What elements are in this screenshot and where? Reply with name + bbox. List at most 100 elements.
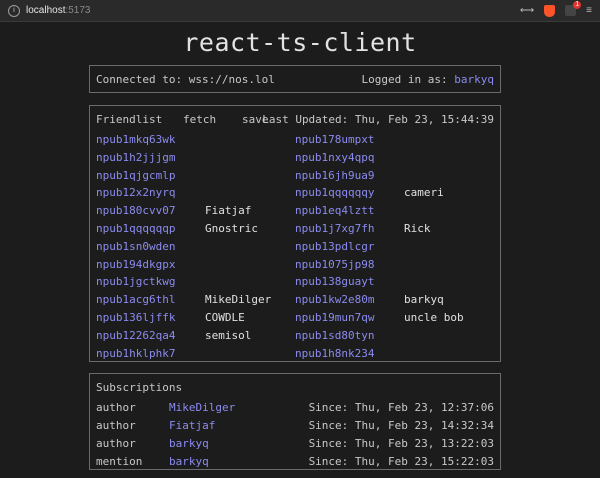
friend-row: npub138guayt	[295, 273, 485, 291]
friend-row: npub1eq4lztt	[295, 202, 485, 220]
subscription-since: Since: Thu, Feb 23, 13:22:03	[308, 437, 494, 450]
friend-row: npub1h8nk234	[295, 345, 485, 363]
friend-npub-link[interactable]: npub194dkgpx	[96, 256, 175, 274]
menu-icon[interactable]: ≡	[586, 5, 592, 16]
friend-npub-link[interactable]: npub1sn0wden	[96, 238, 175, 256]
friend-row: npub180cvv07 Fiatjaf	[96, 202, 286, 220]
friend-row: npub12262qa4 semisol	[96, 327, 286, 345]
friend-row: npub1075jp98	[295, 256, 485, 274]
friend-row: npub194dkgpx	[96, 256, 286, 274]
subscription-type: author	[96, 437, 136, 450]
subscription-since: Since: Thu, Feb 23, 15:22:03	[308, 455, 494, 468]
friend-npub-link[interactable]: npub12x2nyrq	[96, 184, 175, 202]
friend-row: npub13pdlcgr	[295, 238, 485, 256]
friend-npub-link[interactable]: npub138guayt	[295, 273, 374, 291]
friend-name: Rick	[404, 221, 431, 235]
friend-name: COWDLE	[205, 310, 245, 324]
friend-npub-link[interactable]: npub1eq4lztt	[295, 202, 374, 220]
friend-npub-link[interactable]: npub1acg6thl	[96, 291, 175, 309]
friend-npub-link[interactable]: npub12262qa4	[96, 327, 175, 345]
friend-row: npub1j7xg7fh Rick	[295, 220, 485, 238]
friend-row: npub1mkq63wk	[96, 131, 286, 149]
relay-url: wss://nos.lol	[188, 73, 275, 86]
subscriptions-panel: Subscriptions author MikeDilger Since: Thu…	[89, 373, 501, 470]
friend-row: npub1hklphk7	[96, 345, 286, 363]
friend-name: Gnostric	[205, 221, 258, 235]
friend-npub-link[interactable]: npub1h2jjjgm	[96, 149, 175, 167]
friend-row: npub1qqqqqqy cameri	[295, 184, 485, 202]
login-status: Logged in as: barkyq	[362, 73, 494, 86]
url-port[interactable]: :5173	[65, 5, 90, 16]
subscription-type: author	[96, 419, 136, 432]
logged-in-label: Logged in as:	[361, 73, 455, 86]
share-icon[interactable]: ⟷	[520, 5, 534, 16]
friend-npub-link[interactable]: npub1h8nk234	[295, 345, 374, 363]
site-info-icon[interactable]: i	[8, 4, 20, 17]
friend-npub-link[interactable]: npub1j7xg7fh	[295, 220, 374, 238]
connection-status: Connected to: wss://nos.lol	[96, 73, 275, 86]
subscription-user-link[interactable]: barkyq	[169, 435, 209, 453]
friend-row: npub1nxy4qpq	[295, 149, 485, 167]
friend-npub-link[interactable]: npub1qjgcmlp	[96, 167, 175, 185]
subscription-type: author	[96, 401, 136, 414]
friend-row: npub1acg6thl MikeDilger	[96, 291, 286, 309]
subscription-since: Since: Thu, Feb 23, 12:37:06	[308, 401, 494, 414]
friend-npub-link[interactable]: npub136ljffk	[96, 309, 175, 327]
friend-row: npub12x2nyrq	[96, 184, 286, 202]
fetch-button[interactable]: fetch	[183, 113, 216, 126]
app-page: react-ts-client Connected to: wss://nos.…	[0, 22, 600, 478]
friend-npub-link[interactable]: npub13pdlcgr	[295, 238, 374, 256]
friend-row: npub19mun7qw uncle bob	[295, 309, 485, 327]
friend-name: MikeDilger	[205, 293, 272, 307]
brave-shields-icon[interactable]	[544, 4, 556, 17]
subscription-row: author Fiatjaf Since: Thu, Feb 23, 14:32:3…	[96, 417, 494, 435]
subscription-user-link[interactable]: Fiatjaf	[169, 417, 215, 435]
subscription-row: mention barkyq Since: Thu, Feb 23, 15:22:0…	[96, 453, 494, 471]
friend-row: npub136ljffk COWDLE	[96, 309, 286, 327]
subscription-row: author barkyq Since: Thu, Feb 23, 13:22:03	[96, 435, 494, 453]
friend-column-right: npub178umpxt npub1nxy4qpq npub16jh9ua9 npub…	[295, 131, 485, 362]
current-user-link[interactable]: barkyq	[454, 73, 494, 86]
friend-name: cameri	[404, 186, 444, 200]
friend-row: npub1qjgcmlp	[96, 167, 286, 185]
friend-row: npub1sn0wden	[96, 238, 286, 256]
friend-row: npub1kw2e80m barkyq	[295, 291, 485, 309]
subscription-user-link[interactable]: MikeDilger	[169, 399, 235, 417]
friend-npub-link[interactable]: npub178umpxt	[295, 131, 374, 149]
subscription-user-link[interactable]: barkyq	[169, 453, 209, 471]
friend-npub-link[interactable]: npub1qqqqqqy	[295, 184, 374, 202]
friend-row: npub1qqqqqqp Gnostric	[96, 220, 286, 238]
friendlist-title: Friendlist	[96, 113, 163, 126]
friendlist-header: Friendlist fetch save Last Updated: Thu,…	[96, 113, 494, 127]
friend-npub-link[interactable]: npub1jgctkwg	[96, 273, 175, 291]
friend-row: npub178umpxt	[295, 131, 485, 149]
friend-row: npub16jh9ua9	[295, 167, 485, 185]
friend-npub-link[interactable]: npub1mkq63wk	[96, 131, 175, 149]
subscription-row: author MikeDilger Since: Thu, Feb 23, 12:3…	[96, 399, 494, 417]
friend-column-left: npub1mkq63wk npub1h2jjjgm npub1qjgcmlp npub…	[96, 131, 286, 362]
friendlist-panel: Friendlist fetch save Last Updated: Thu,…	[89, 105, 501, 362]
friend-row: npub1jgctkwg	[96, 273, 286, 291]
friend-npub-link[interactable]: npub19mun7qw	[295, 309, 374, 327]
friend-row: npub1sd80tyn	[295, 327, 485, 345]
connected-label: Connected to:	[96, 73, 189, 86]
friend-row: npub1h2jjjgm	[96, 149, 286, 167]
friend-name: semisol	[205, 328, 252, 342]
page-title: react-ts-client	[183, 28, 417, 57]
last-updated: Last Updated: Thu, Feb 23, 15:44:39	[262, 113, 494, 126]
friend-npub-link[interactable]: npub1qqqqqqp	[96, 220, 175, 238]
friend-npub-link[interactable]: npub1075jp98	[295, 256, 374, 274]
brave-rewards-icon[interactable]: 1	[565, 1, 582, 16]
subscription-since: Since: Thu, Feb 23, 14:32:34	[308, 419, 494, 432]
subscriptions-title: Subscriptions	[96, 381, 183, 394]
friend-npub-link[interactable]: npub1hklphk7	[96, 345, 175, 363]
friend-npub-link[interactable]: npub1nxy4qpq	[295, 149, 374, 167]
friend-npub-link[interactable]: npub180cvv07	[96, 202, 175, 220]
rewards-badge: 1	[573, 1, 582, 9]
friend-name: barkyq	[404, 293, 444, 307]
url-host[interactable]: localhost	[26, 5, 65, 16]
friend-npub-link[interactable]: npub16jh9ua9	[295, 167, 374, 185]
friend-npub-link[interactable]: npub1kw2e80m	[295, 291, 374, 309]
subscription-type: mention	[96, 455, 143, 468]
friend-npub-link[interactable]: npub1sd80tyn	[295, 327, 374, 345]
